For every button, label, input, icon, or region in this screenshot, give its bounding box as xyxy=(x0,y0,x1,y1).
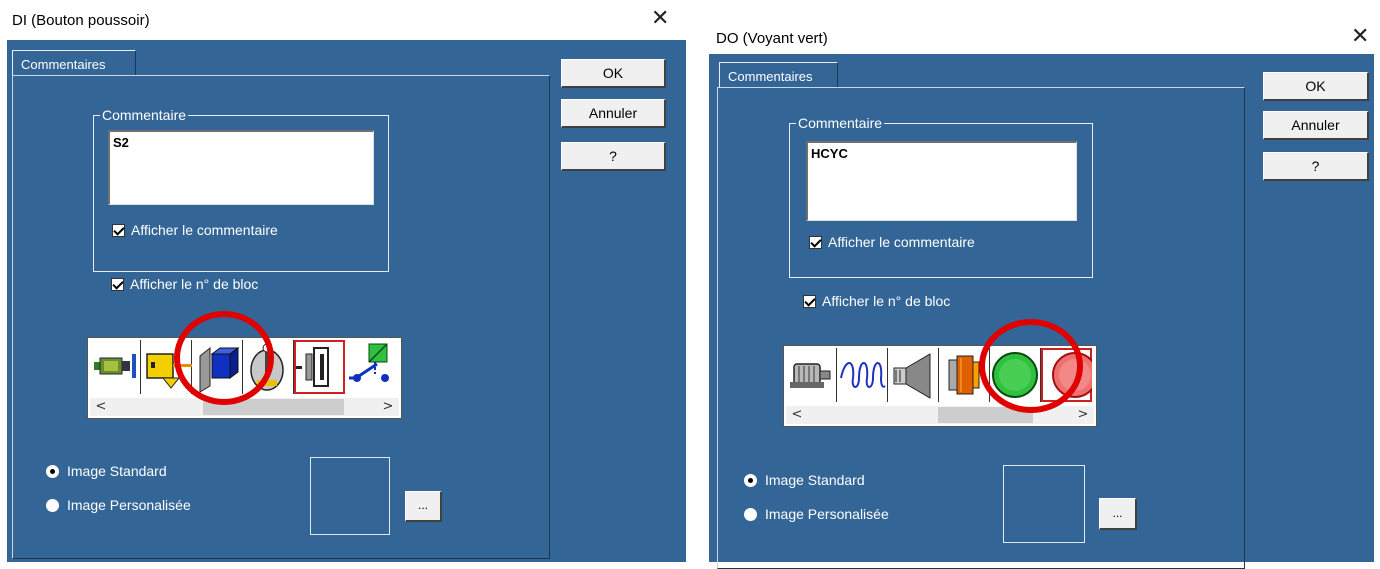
cancel-button[interactable]: Annuler xyxy=(561,99,666,128)
horn-icon[interactable] xyxy=(888,348,939,402)
scroll-right-arrow[interactable]: > xyxy=(379,398,397,416)
close-icon[interactable]: ✕ xyxy=(651,8,669,30)
dialog-di-bouton-poussoir: DI (Bouton poussoir) ✕ Commentaires Comm… xyxy=(0,0,690,562)
stop-button-icon[interactable] xyxy=(294,340,345,394)
scroll-right-arrow[interactable]: > xyxy=(1074,406,1092,424)
radio-image-standard-row[interactable]: Image Standard xyxy=(744,472,865,488)
show-block-number-checkbox[interactable] xyxy=(111,277,124,291)
radio-image-standard[interactable] xyxy=(744,473,757,487)
title-bar: DO (Voyant vert) ✕ xyxy=(705,0,1380,48)
radio-image-custom-row[interactable]: Image Personalisée xyxy=(46,497,191,513)
show-block-number-label: Afficher le n° de bloc xyxy=(822,293,951,309)
show-comment-checkbox-row[interactable]: Afficher le commentaire xyxy=(809,234,975,250)
dialog-do-voyant-vert: DO (Voyant vert) ✕ Commentaires Commenta… xyxy=(705,0,1380,569)
show-comment-checkbox[interactable] xyxy=(809,235,822,249)
radio-image-standard-label: Image Standard xyxy=(765,472,865,488)
tab-commentaires[interactable]: Commentaires xyxy=(12,50,136,76)
tab-panel: Commentaire S2 Afficher le commentaire A… xyxy=(12,75,550,559)
show-block-number-label: Afficher le n° de bloc xyxy=(130,276,259,292)
scroll-left-arrow[interactable]: < xyxy=(788,406,806,424)
comment-textarea[interactable]: S2 xyxy=(108,130,374,205)
comment-group-label: Commentaire xyxy=(796,115,885,131)
browse-image-button[interactable]: ... xyxy=(1099,498,1137,530)
browse-image-button[interactable]: ... xyxy=(405,491,442,522)
help-button[interactable]: ? xyxy=(561,142,666,171)
tab-panel: Commentaire HCYC Afficher le commentaire… xyxy=(717,87,1245,569)
show-comment-label: Afficher le commentaire xyxy=(828,234,975,250)
radio-image-custom[interactable] xyxy=(744,507,757,521)
ok-button[interactable]: OK xyxy=(561,59,666,88)
comment-groupbox: Commentaire S2 Afficher le commentaire xyxy=(93,107,389,272)
tab-commentaires[interactable]: Commentaires xyxy=(719,62,838,88)
comment-group-label: Commentaire xyxy=(100,107,189,123)
motor-icon[interactable] xyxy=(786,348,837,402)
coil-icon[interactable] xyxy=(837,348,888,402)
annotation-circle xyxy=(174,311,274,405)
show-comment-checkbox[interactable] xyxy=(112,223,125,237)
radio-image-custom[interactable] xyxy=(46,498,59,512)
radio-image-custom-row[interactable]: Image Personalisée xyxy=(744,506,889,522)
show-block-number-checkbox-row[interactable]: Afficher le n° de bloc xyxy=(111,276,258,292)
ok-button[interactable]: OK xyxy=(1263,72,1369,101)
dialog-title: DO (Voyant vert) xyxy=(716,30,828,47)
inductive-sensor-icon[interactable] xyxy=(90,340,141,394)
dialog-client-area: Commentaires Commentaire HCYC Afficher l… xyxy=(709,54,1374,569)
show-comment-label: Afficher le commentaire xyxy=(131,222,278,238)
annotation-circle xyxy=(979,319,1083,413)
radio-image-custom-label: Image Personalisée xyxy=(67,497,191,513)
help-button[interactable]: ? xyxy=(1263,152,1369,181)
show-block-number-checkbox[interactable] xyxy=(803,294,816,308)
radio-image-standard[interactable] xyxy=(46,464,59,478)
limit-switch-icon[interactable] xyxy=(345,340,396,394)
radio-image-standard-label: Image Standard xyxy=(67,463,167,479)
close-icon[interactable]: ✕ xyxy=(1351,26,1369,48)
image-preview-box xyxy=(1003,465,1085,543)
show-comment-checkbox-row[interactable]: Afficher le commentaire xyxy=(112,222,278,238)
dialog-title: DI (Bouton poussoir) xyxy=(12,12,150,29)
comment-textarea[interactable]: HCYC xyxy=(806,141,1077,221)
image-preview-box xyxy=(310,457,390,535)
radio-image-standard-row[interactable]: Image Standard xyxy=(46,463,167,479)
show-block-number-checkbox-row[interactable]: Afficher le n° de bloc xyxy=(803,293,950,309)
comment-groupbox: Commentaire HCYC Afficher le commentaire xyxy=(789,115,1093,278)
cancel-button[interactable]: Annuler xyxy=(1263,111,1369,140)
dialog-client-area: Commentaires Commentaire S2 Afficher le … xyxy=(7,40,686,562)
radio-image-custom-label: Image Personalisée xyxy=(765,506,889,522)
scroll-left-arrow[interactable]: < xyxy=(92,398,110,416)
title-bar: DI (Bouton poussoir) ✕ xyxy=(0,0,690,40)
